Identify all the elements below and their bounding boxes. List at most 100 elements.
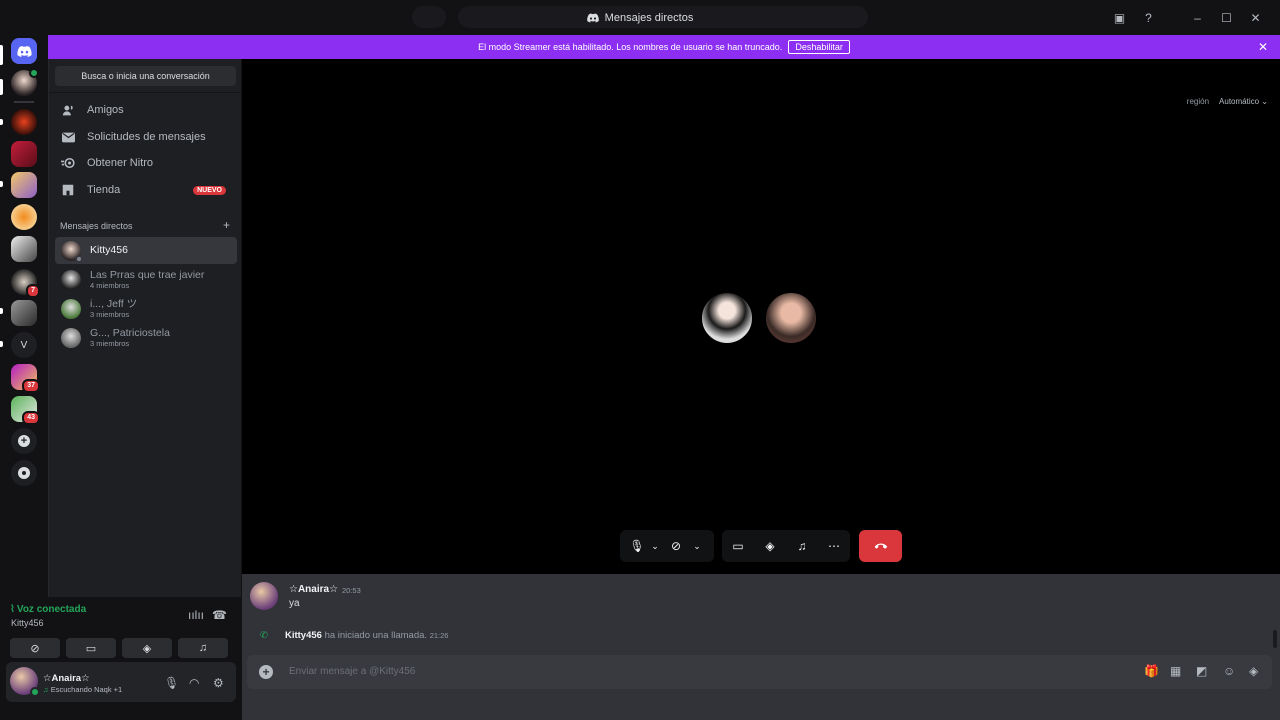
server-letter-icon[interactable]: V — [11, 332, 37, 358]
window-title-text: Mensajes directos — [604, 11, 694, 24]
region-label: región — [1186, 97, 1210, 106]
nav-friends[interactable]: Amigos — [55, 98, 236, 122]
message-timestamp: 20:53 — [342, 586, 361, 595]
voice-indicator — [29, 68, 39, 78]
gif-icon[interactable]: ▦ — [1170, 664, 1181, 678]
nav-nitro[interactable]: Obtener Nitro — [55, 151, 236, 175]
dm-name: i..., Jeff ツ — [90, 297, 138, 310]
server-icon[interactable]: 7 — [11, 269, 40, 298]
disable-streamer-button[interactable]: Deshabilitar — [788, 40, 850, 54]
system-text: ha iniciado una llamada. — [321, 630, 430, 641]
audio-video-controls: 🎙 ⌄ ⊘ ⌄ — [620, 530, 714, 562]
scrollbar[interactable] — [1273, 630, 1277, 648]
nav-message-requests[interactable]: Solicitudes de mensajes — [55, 125, 236, 149]
nitro-icon — [61, 156, 75, 170]
dm-item[interactable]: Kitty456 — [55, 237, 237, 264]
region-value: Automático — [1219, 97, 1260, 106]
server-icon[interactable] — [11, 300, 37, 326]
window-title: Mensajes directos — [0, 0, 1280, 35]
close-window-button[interactable]: ✕ — [1241, 11, 1270, 25]
server-icon[interactable]: 37 — [11, 364, 40, 393]
username: ☆Anaira☆ — [43, 673, 90, 684]
gear-icon[interactable]: ⚙ — [213, 676, 224, 690]
server-icon[interactable] — [11, 141, 37, 167]
camera-off-icon[interactable]: ⊘ — [662, 539, 690, 553]
chevron-down-icon[interactable]: ⌄ — [648, 541, 662, 552]
gift-icon[interactable]: 🎁 — [1144, 664, 1159, 678]
system-author[interactable]: Kitty456 — [285, 630, 322, 641]
discover-button[interactable] — [11, 460, 37, 486]
chat-panel: ☆Anaira☆ 20:53 ya ✆ Kitty456 ha iniciado … — [242, 574, 1280, 720]
apps-icon[interactable]: ◈ — [1249, 664, 1258, 678]
guild-divider — [14, 101, 34, 103]
message-input[interactable]: Enviar mensaje a @Kitty456 — [289, 666, 415, 677]
participant-avatar[interactable] — [764, 291, 818, 345]
search-input[interactable]: Busca o inicia una conversación — [55, 66, 236, 86]
create-dm-button[interactable]: + — [223, 219, 230, 231]
friends-icon — [61, 103, 75, 117]
streamer-mode-banner: El modo Streamer está habilitado. Los no… — [48, 35, 1280, 59]
camera-off-button[interactable]: ⊘ — [10, 638, 60, 658]
nav-shop[interactable]: Tienda NUEVO — [55, 178, 236, 202]
phone-icon: ✆ — [260, 630, 268, 641]
add-server-button[interactable]: + — [11, 428, 37, 454]
hang-up-button[interactable] — [859, 530, 902, 562]
inbox-icon[interactable]: ▣ — [1105, 11, 1134, 25]
close-icon[interactable]: ✕ — [1258, 40, 1268, 54]
microphone-icon[interactable]: 🎙 — [626, 539, 648, 553]
voice-status: ⌇ Voz conectada — [10, 604, 87, 615]
dm-name: Kitty456 — [90, 244, 128, 256]
region-selector[interactable]: región Automático ⌄ — [1187, 97, 1268, 106]
new-badge: NUEVO — [193, 185, 226, 195]
user-panel: ☆Anaira☆ ♫ Escuchando Naqk +1 🎙 ◠ ⚙ — [6, 662, 236, 702]
dm-name: G..., Patriciostela — [90, 326, 170, 339]
dm-item[interactable]: i..., Jeff ツ 3 miembros — [55, 295, 237, 322]
attach-icon[interactable]: + — [259, 665, 273, 679]
maximize-button[interactable]: ☐ — [1212, 11, 1241, 25]
emoji-icon[interactable]: ☺ — [1223, 664, 1235, 678]
dm-item[interactable]: Las Prras que trae javier 4 miembros — [55, 266, 237, 293]
soundboard-button[interactable]: ♫ — [178, 638, 228, 658]
chevron-down-icon: ⌄ — [1261, 97, 1268, 106]
dm-header-label: Mensajes directos — [60, 221, 133, 231]
signal-icon: ⌇ — [10, 604, 15, 615]
server-icon[interactable]: 43 — [11, 396, 40, 425]
screen-share-button[interactable]: ▭ — [66, 638, 116, 658]
group-avatar — [61, 269, 81, 290]
mail-icon — [61, 130, 75, 144]
discord-logo-icon — [586, 13, 599, 22]
soundwave-icon[interactable]: ıılıı — [188, 608, 204, 622]
dm-item[interactable]: G..., Patriciostela 3 miembros — [55, 324, 237, 351]
home-button[interactable] — [11, 38, 37, 64]
group-avatar — [61, 298, 81, 319]
disconnect-icon[interactable]: ☎ — [212, 608, 227, 622]
help-icon[interactable]: ? — [1134, 11, 1163, 25]
screen-share-icon[interactable]: ▭ — [722, 539, 754, 553]
activity-icon[interactable]: ◈ — [754, 539, 786, 553]
dm-members: 3 miembros — [90, 338, 130, 348]
participant-avatar[interactable] — [700, 291, 754, 345]
server-icon[interactable] — [11, 236, 37, 262]
nav-label: Tienda — [87, 184, 121, 196]
server-icon[interactable] — [11, 172, 37, 198]
server-icon[interactable] — [11, 204, 37, 230]
nav-label: Obtener Nitro — [87, 157, 154, 169]
minimize-button[interactable]: – — [1183, 11, 1212, 25]
microphone-icon[interactable]: 🎙 — [164, 676, 179, 690]
user-activity: ♫ Escuchando Naqk +1 — [43, 685, 123, 694]
message-text: ya — [289, 598, 300, 609]
dm-avatar-kitty[interactable] — [11, 68, 39, 96]
avatar[interactable] — [250, 582, 278, 610]
message-author[interactable]: ☆Anaira☆ — [289, 584, 338, 595]
more-icon[interactable]: ⋯ — [818, 539, 850, 553]
soundboard-icon[interactable]: ♫ — [786, 539, 818, 553]
avatar[interactable] — [10, 667, 40, 697]
headphones-icon[interactable]: ◠ — [189, 676, 199, 690]
activity-button[interactable]: ◈ — [122, 638, 172, 658]
chevron-down-icon[interactable]: ⌄ — [690, 541, 704, 552]
sticker-icon[interactable]: ◩ — [1196, 664, 1207, 678]
plus-icon: + — [18, 435, 30, 447]
avatar — [61, 240, 83, 263]
server-icon[interactable] — [11, 109, 37, 135]
status-indicator — [75, 254, 83, 263]
